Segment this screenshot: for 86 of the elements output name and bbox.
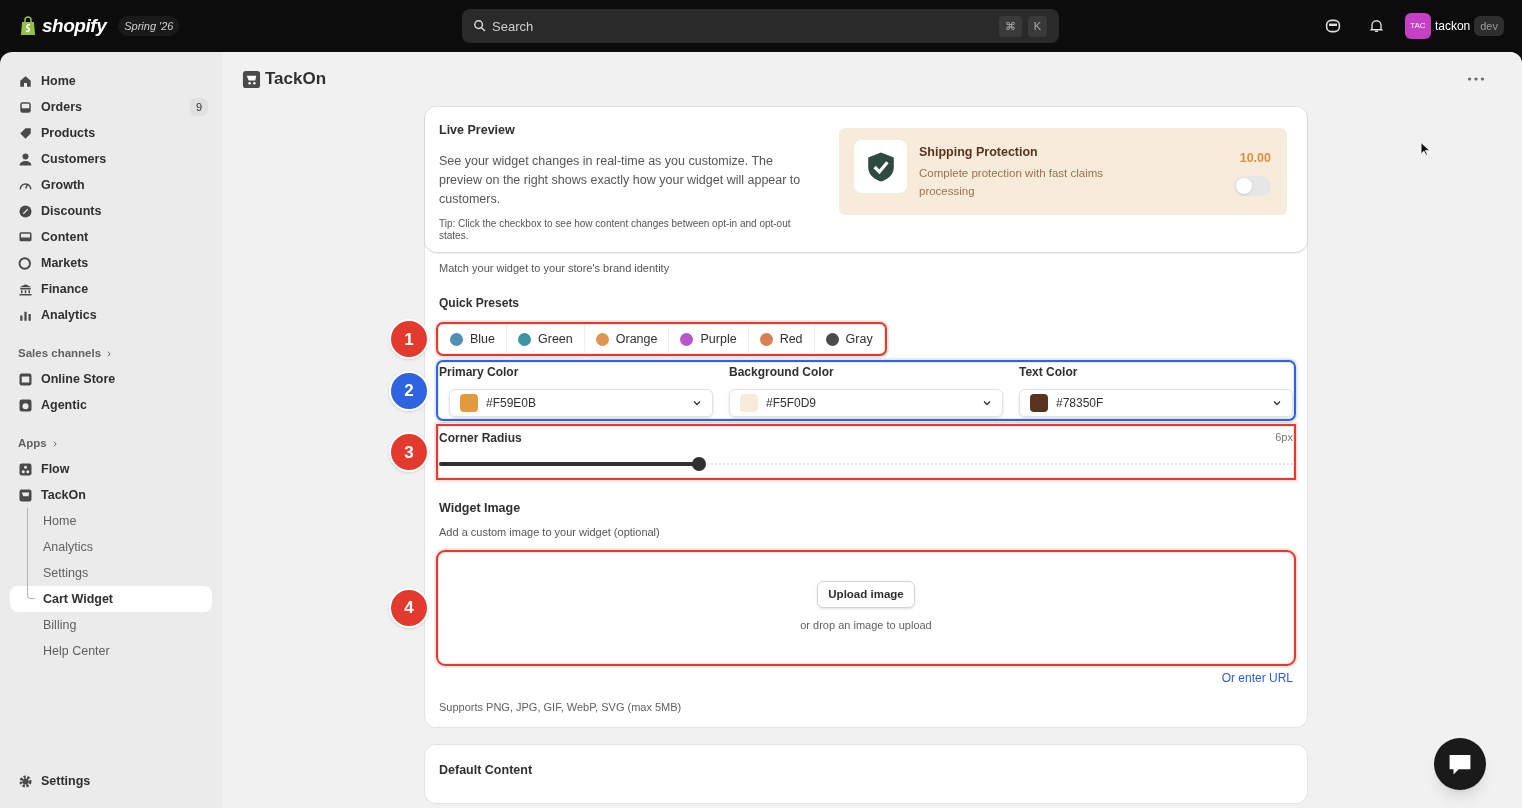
sidebar-item[interactable]: Markets [10,250,212,276]
shortcut-key: K [1027,16,1047,37]
edition-label: Spring '26 [118,15,180,37]
price-text: 10.00 [1239,150,1271,167]
account-button[interactable]: TAC tackon dev [1404,13,1504,39]
cart-icon [242,69,261,89]
flow-icon [18,461,33,477]
storefront-icon [18,371,33,387]
field-label: Quick Presets [439,295,521,313]
color-select[interactable]: #F59E0B [449,389,713,418]
tip-text: Tip: Click the checkbox to see how content changes between opt-in and opt-out states. [439,217,792,242]
shopping-bag-icon [18,15,38,37]
field-label: Text Color [1019,364,1079,382]
widget-title: Shipping Protection [919,144,1039,161]
annotation-marker: 4 [389,587,429,628]
globe-icon [18,255,33,271]
count-badge: 9 [189,97,208,117]
dev-badge: dev [1474,15,1504,37]
sidebar-item[interactable]: Settings [10,768,212,794]
preset-button[interactable]: Purple [668,325,748,354]
preset-button[interactable]: Orange [583,325,669,354]
description-text: See your widget changes in real-time as you customize. The preview on the right shows exactly how your widget will appear to customers. [439,152,802,208]
bell-icon [1369,18,1385,34]
slider-thumb[interactable] [691,457,706,472]
annotation-marker: 1 [389,319,429,360]
chat-button[interactable] [1434,738,1486,790]
sidebar-item[interactable]: Agentic [10,392,212,418]
field-label: Background Color [729,364,835,382]
field-label: Primary Color [439,364,520,382]
sidebar-item[interactable]: Analytics [10,302,212,328]
discount-badge-icon [18,203,33,219]
shopify-logo-text[interactable]: shopify [42,11,107,41]
sidebar-item[interactable]: Content [10,224,212,250]
enter-url-link[interactable]: Or enter URL [1221,668,1293,687]
section-title: Widget Image [439,500,522,518]
house-icon [18,73,33,89]
cart-icon [18,487,33,503]
avatar-initials: TAC [1404,13,1431,39]
person-icon [18,151,33,167]
sidebar-item[interactable]: Cart Widget [10,586,212,612]
sidebar-item[interactable]: Home [10,508,212,534]
preset-button[interactable]: Green [506,325,584,354]
sidebar-item[interactable]: Online Store [10,366,212,392]
section-title: Default Content [439,762,534,779]
widget-subtitle: Complete protection with fast claims processing [919,165,1105,199]
sidebar-item[interactable]: Finance [10,276,212,302]
sidebar-item[interactable]: Analytics [10,534,212,560]
hint-text: or drop an image to upload [800,618,932,634]
sidebar-item[interactable]: Products [10,120,212,146]
inbox-icon [18,99,33,115]
field-label: Corner Radius [439,430,522,448]
bank-icon [18,281,33,297]
annotation-marker: 3 [389,432,429,473]
tag-icon [18,125,33,141]
sidebar-item[interactable]: Customers [10,146,212,172]
sidebar-item[interactable]: Billing [10,612,212,638]
shortcut-key: ⌘ [998,16,1022,37]
supports-text: Supports PNG, JPG, GIF, WebP, SVG (max 5MB) [439,699,683,715]
sidebar-item[interactable]: Orders 9 [10,94,212,120]
slider[interactable] [439,457,1293,472]
color-select[interactable]: #F5F0D9 [729,389,1003,418]
sidebar-item[interactable]: Flow [10,456,212,482]
upload-image-button[interactable]: Upload image [817,581,915,609]
color-select[interactable]: #78350F [1019,389,1293,418]
sidebar-item[interactable]: Growth [10,172,212,198]
section-heading[interactable]: Apps [10,434,212,454]
page-title: TackOn [265,68,327,91]
toggle-switch[interactable] [1234,175,1271,196]
store-name: tackon [1434,18,1471,35]
section-title: Live Preview [439,122,516,139]
search-icon [473,19,487,33]
gear-icon [18,773,33,789]
section-heading[interactable]: Sales channels [10,344,212,364]
value-reading: 6px [1275,430,1293,446]
preset-button[interactable]: Gray [813,325,884,354]
preset-button[interactable]: Blue [439,325,507,354]
annotation-marker: 2 [389,370,429,411]
subtitle-text: Add a custom image to your widget (optional) [439,525,661,540]
preset-button[interactable]: Red [747,325,814,354]
chevron-right-icon [105,350,114,358]
sidebar-item[interactable]: Discounts [10,198,212,224]
sidebar-item[interactable]: Settings [10,560,212,586]
sidebar-item[interactable]: TackOn [10,482,212,508]
sidebar-item[interactable]: Home [10,68,212,94]
sidebar-item[interactable]: Help Center [10,638,212,664]
subtitle-text: Match your widget to your store's brand identity [439,260,671,276]
